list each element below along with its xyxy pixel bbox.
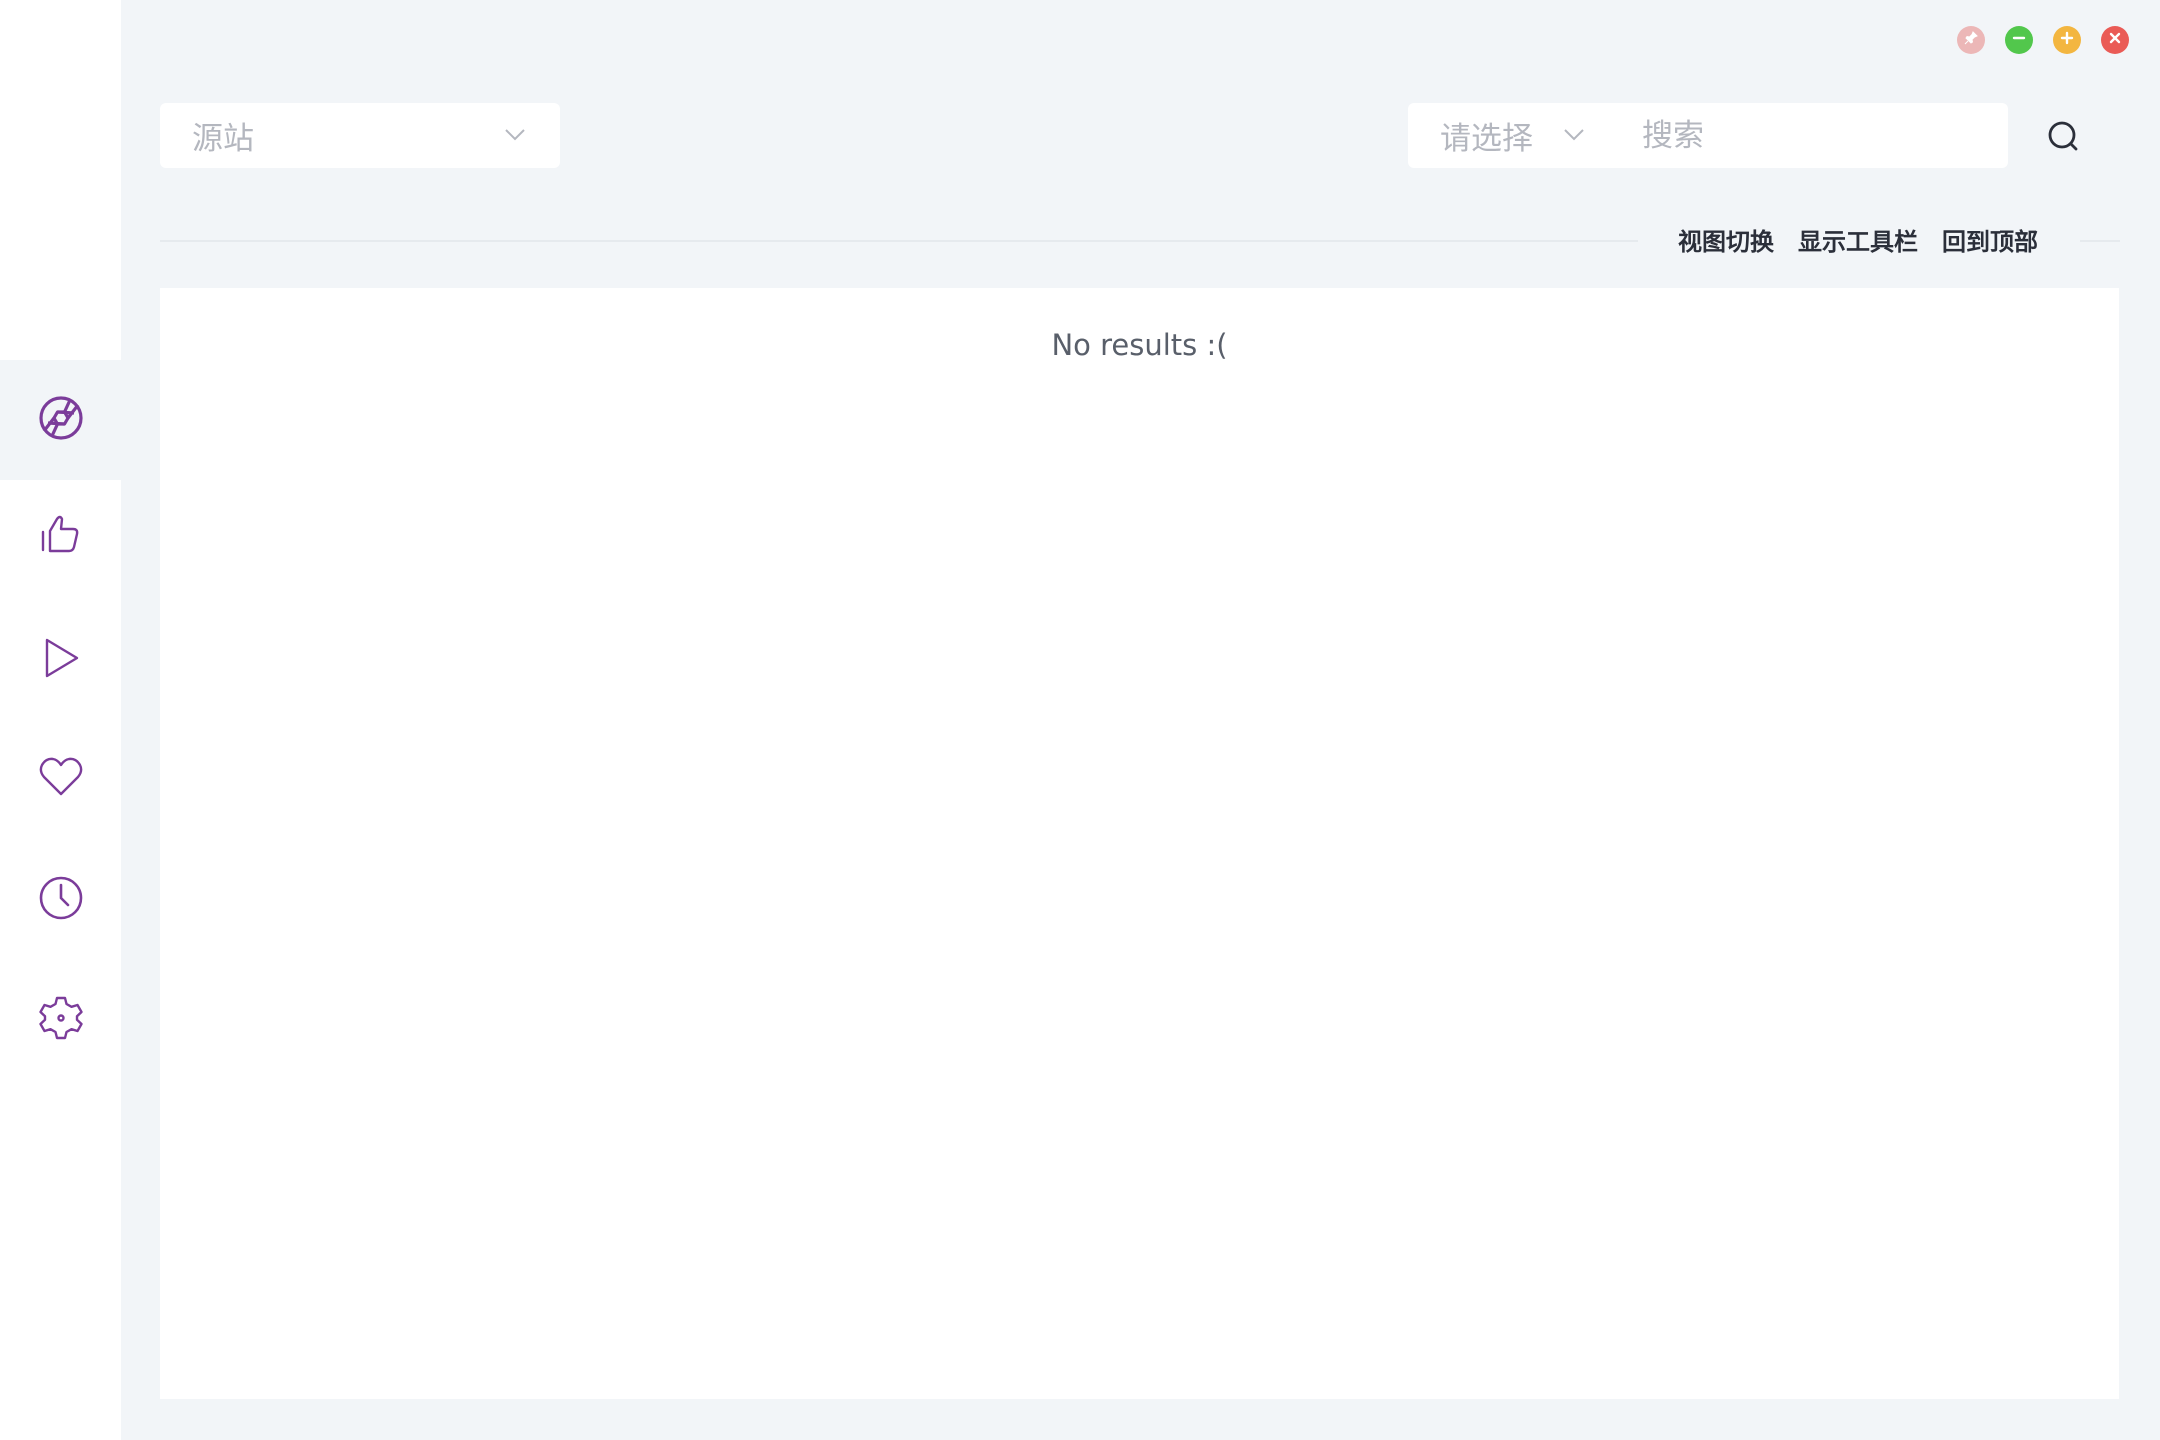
toolbar: 视图切换 显示工具栏 回到顶部 (1678, 222, 2038, 257)
sidebar (0, 0, 121, 1440)
sidebar-item-recommend[interactable] (0, 476, 121, 596)
results-panel: No results :( (160, 288, 2119, 1399)
minimize-button[interactable] (2005, 26, 2033, 54)
source-select-placeholder: 源站 (192, 121, 254, 157)
window-controls (1957, 26, 2129, 54)
close-button[interactable] (2101, 26, 2129, 54)
maximize-icon (2059, 30, 2075, 50)
minimize-icon (2011, 30, 2027, 50)
search-input[interactable] (1640, 116, 2004, 155)
source-select[interactable]: 源站 (160, 103, 560, 168)
search-type-placeholder: 请选择 (1440, 121, 1533, 157)
chevron-down-icon (502, 121, 528, 151)
thumbs-up-icon (37, 510, 85, 562)
clock-icon (37, 874, 85, 926)
search-bar: 请选择 (1408, 103, 2008, 168)
toolbar-divider (160, 240, 1638, 242)
view-switch-button[interactable]: 视图切换 (1678, 222, 1774, 257)
close-icon (2107, 30, 2123, 50)
sidebar-item-favorites[interactable] (0, 719, 121, 839)
chevron-down-icon (1561, 121, 1587, 151)
back-to-top-button[interactable]: 回到顶部 (1942, 222, 2038, 257)
maximize-button[interactable] (2053, 26, 2081, 54)
pin-button[interactable] (1957, 26, 1985, 54)
show-toolbar-button[interactable]: 显示工具栏 (1798, 222, 1918, 257)
pin-icon (1963, 30, 1979, 50)
app-window: 源站 请选择 视图切换 显示工具栏 回到顶部 No results :( (0, 0, 2160, 1440)
toolbar-divider (2080, 240, 2120, 242)
search-icon (2044, 121, 2082, 159)
aperture-icon (37, 394, 85, 446)
sidebar-item-play[interactable] (0, 600, 121, 720)
search-type-select[interactable]: 请选择 (1440, 113, 1610, 158)
heart-icon (37, 753, 85, 805)
play-icon (37, 634, 85, 686)
sidebar-item-settings[interactable] (0, 960, 121, 1080)
gear-icon (37, 994, 85, 1046)
search-button[interactable] (2044, 117, 2082, 155)
sidebar-item-history[interactable] (0, 840, 121, 960)
empty-state-message: No results :( (1051, 328, 1228, 362)
sidebar-item-discover[interactable] (0, 360, 121, 480)
